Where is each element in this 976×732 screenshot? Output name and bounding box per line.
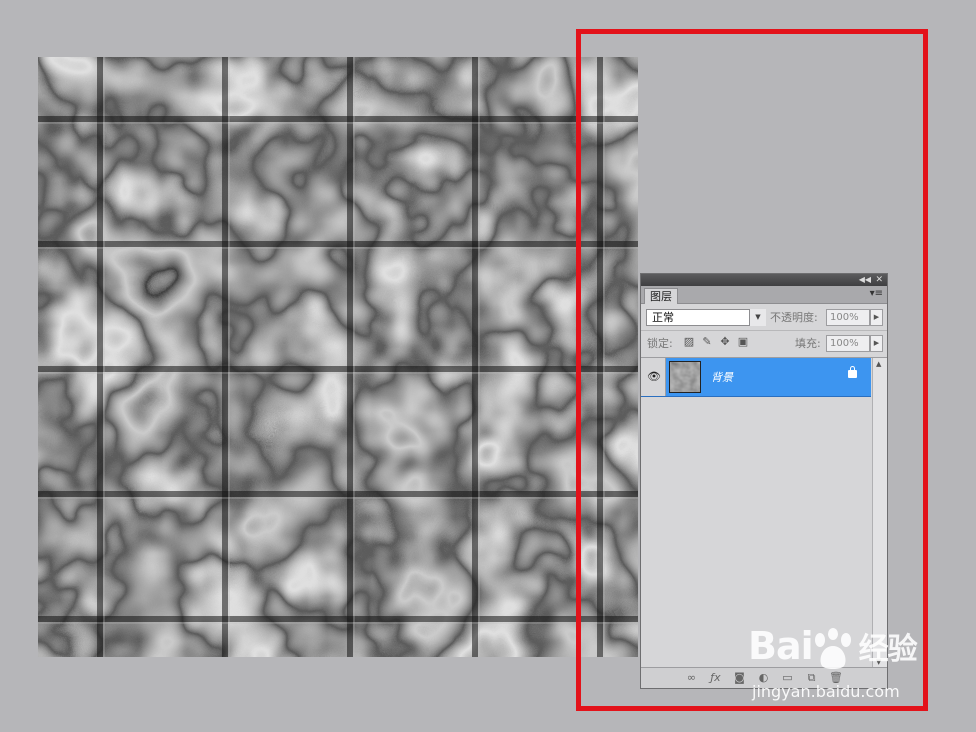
blend-mode-select[interactable]: 正常 ▼ [646,309,766,326]
fill-field[interactable]: 100% [826,335,870,352]
fill-label: 填充: [795,337,821,350]
chevron-down-icon[interactable]: ▼ [749,309,766,326]
lock-label: 锁定: [647,337,673,350]
collapse-icon[interactable]: ◀◀ [859,274,871,286]
lock-move-icon[interactable]: ✥ [719,335,731,349]
blend-mode-value: 正常 [652,311,674,324]
layers-scrollbar[interactable]: ▲ ▼ [872,358,887,668]
eye-icon: 👁 [647,370,661,383]
opacity-arrow-icon[interactable]: ▶ [870,309,883,326]
lock-all-icon[interactable]: ▣ [737,335,749,349]
scroll-down-icon[interactable]: ▼ [876,658,881,666]
glass-texture-image [38,57,638,657]
layer-lock-icon [848,366,857,378]
opacity-field[interactable]: 100% [826,309,870,326]
fx-icon[interactable]: ƒx [709,671,722,685]
layer-thumbnail [669,361,701,393]
panel-tabbar: 图层 ▾≡ [641,286,887,304]
add-mask-icon[interactable]: ◙ [733,671,746,685]
layer-name[interactable]: 背景 [711,369,733,385]
lock-transparent-icon[interactable]: ▨ [683,335,695,349]
lock-brush-icon[interactable]: ✎ [701,335,713,349]
new-group-icon[interactable]: ▭ [781,671,794,685]
trash-icon[interactable]: 🗑 [829,671,843,685]
panel-menu-icon[interactable]: ▾≡ [870,288,883,299]
layer-row[interactable]: 👁 背景 [641,358,871,397]
photoshop-workspace: ◀◀ ✕ 图层 ▾≡ 正常 ▼ 不透明度: 100% ▶ 锁定: ▨ ✎ ✥ ▣… [0,0,976,732]
adjustment-layer-icon[interactable]: ◐ [757,671,770,685]
blend-opacity-row: 正常 ▼ 不透明度: 100% ▶ [641,304,887,331]
layers-panel: ◀◀ ✕ 图层 ▾≡ 正常 ▼ 不透明度: 100% ▶ 锁定: ▨ ✎ ✥ ▣… [640,273,888,689]
document-canvas[interactable] [38,57,638,657]
scroll-up-icon[interactable]: ▲ [876,360,881,368]
tab-layers[interactable]: 图层 [644,288,678,304]
close-icon[interactable]: ✕ [875,274,883,286]
link-layers-icon[interactable]: ∞ [685,671,698,685]
panel-titlebar[interactable]: ◀◀ ✕ [641,274,887,286]
panel-footer: ∞ ƒx ◙ ◐ ▭ ⧉ 🗑 [641,667,887,688]
new-layer-icon[interactable]: ⧉ [805,671,818,685]
layers-list: 👁 背景 [641,358,874,668]
visibility-toggle[interactable]: 👁 [641,358,666,396]
fill-arrow-icon[interactable]: ▶ [870,335,883,352]
opacity-label: 不透明度: [770,311,818,324]
lock-fill-row: 锁定: ▨ ✎ ✥ ▣ 填充: 100% ▶ [641,331,887,358]
